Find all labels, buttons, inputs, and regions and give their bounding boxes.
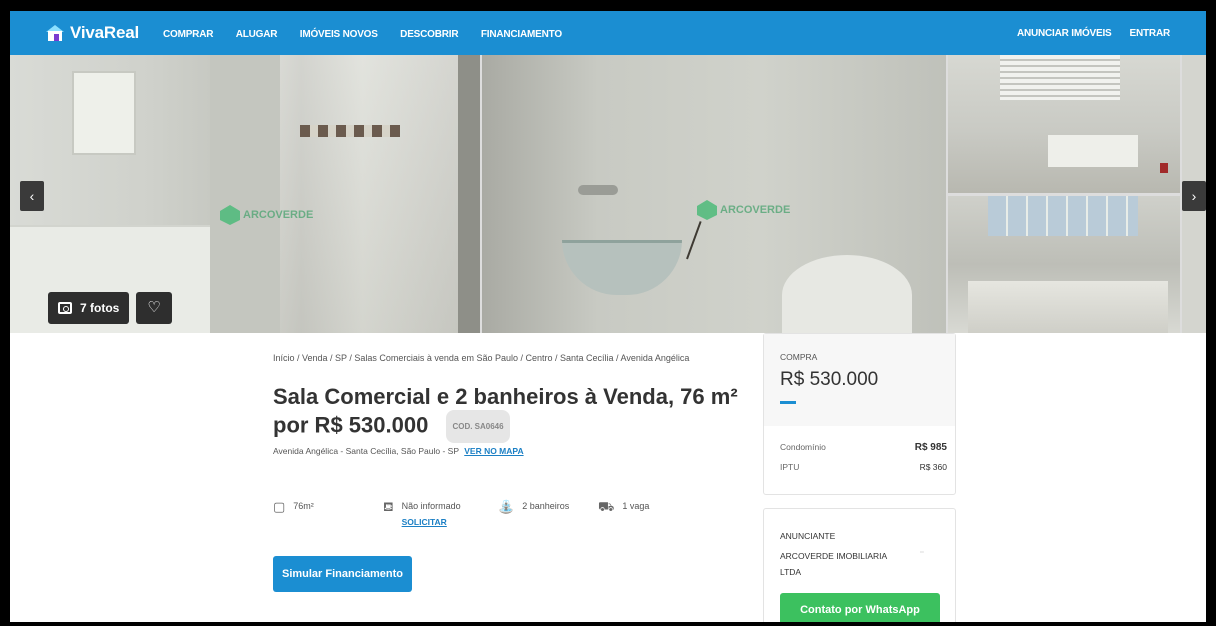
advertiser-name[interactable]: ARCOVERDE IMOBILIARIA LTDA (780, 548, 900, 580)
top-header: VivaReal COMPRAR ALUGAR IMÓVEIS NOVOS DE… (10, 11, 1206, 55)
camera-icon (58, 302, 72, 314)
price-card: COMPRA R$ 530.000 Condomínio R$ 985 IPTU… (763, 333, 956, 495)
logo-text: VivaReal (70, 23, 139, 42)
car-icon: ⛟ (598, 499, 615, 514)
title-line-2: por R$ 530.000 (273, 412, 429, 438)
page: VivaReal COMPRAR ALUGAR IMÓVEIS NOVOS DE… (10, 11, 1206, 622)
nav-descobrir[interactable]: DESCOBRIR (400, 29, 458, 40)
advertiser-logo: ▭ (920, 549, 924, 554)
heart-icon[interactable]: ♡ (136, 292, 172, 324)
watermark-logo: ARCOVERDE (220, 205, 313, 225)
nav-entrar[interactable]: ENTRAR (1130, 28, 1171, 39)
rooms-value: Não informado (401, 501, 461, 511)
header-actions: ANUNCIAR IMÓVEIS ENTRAR (999, 28, 1170, 39)
gallery-photo-4[interactable] (948, 196, 1180, 333)
amenities-list: ▢ 76m² ⛾ Não informado SOLICITAR ⛲ 2 ban… (273, 499, 650, 527)
advertiser-card: ANUNCIANTE ARCOVERDE IMOBILIARIA LTDA ▭ … (763, 508, 956, 622)
nav-anunciar-imoveis[interactable]: ANUNCIAR IMÓVEIS (1017, 28, 1112, 39)
listing-code-badge: COD. SA0646 (446, 410, 510, 443)
listing-title: Sala Comercial e 2 banheiros à Venda, 76… (273, 383, 743, 443)
feature-rooms: ⛾ Não informado SOLICITAR (383, 499, 498, 527)
breadcrumb[interactable]: Início / Venda / SP / Salas Comerciais à… (273, 353, 689, 363)
gallery-photo-3[interactable] (948, 55, 1180, 193)
price-type-label: COMPRA (780, 352, 818, 362)
photos-button[interactable]: 7 fotos (48, 292, 130, 324)
iptu-row: IPTU R$ 360 (780, 462, 947, 472)
view-map-link[interactable]: VER NO MAPA (464, 446, 523, 456)
price-divider (780, 401, 796, 404)
nav-imoveis-novos[interactable]: IMÓVEIS NOVOS (300, 29, 378, 40)
feature-parking: ⛟ 1 vaga (598, 499, 650, 514)
simulate-financing-button[interactable]: Simular Financiamento (273, 556, 412, 592)
condo-fee-row: Condomínio R$ 985 (780, 442, 947, 453)
title-line-1: Sala Comercial e 2 banheiros à Venda, 76… (273, 384, 738, 409)
bed-icon: ⛾ (383, 499, 394, 514)
nav-financiamento[interactable]: FINANCIAMENTO (481, 29, 562, 40)
whatsapp-contact-button[interactable]: Contato por WhatsApp (780, 593, 940, 622)
gallery-photo-2[interactable]: ARCOVERDE (482, 55, 946, 333)
main-nav: COMPRAR ALUGAR IMÓVEIS NOVOS DESCOBRIR F… (163, 24, 580, 42)
shower-icon: ⛲ (498, 499, 515, 514)
price-value: R$ 530.000 (780, 369, 879, 390)
feature-area: ▢ 76m² (273, 499, 314, 514)
address-text: Avenida Angélica - Santa Cecília, São Pa… (273, 446, 459, 456)
feature-bathrooms: ⛲ 2 banheiros (498, 499, 570, 514)
chevron-right-icon[interactable]: › (1182, 181, 1206, 211)
nav-comprar[interactable]: COMPRAR (163, 29, 213, 40)
nav-alugar[interactable]: ALUGAR (236, 29, 278, 40)
vivareal-logo[interactable]: VivaReal (46, 23, 139, 43)
chevron-left-icon[interactable]: ‹ (20, 181, 44, 211)
watermark-logo: ARCOVERDE (697, 200, 790, 220)
photos-count: 7 fotos (80, 301, 120, 315)
photo-gallery: ARCOVERDE ARCOVERDE ‹ › 7 fotos ♡ (10, 55, 1206, 333)
advertiser-label: ANUNCIANTE (780, 531, 836, 541)
house-icon (46, 25, 64, 41)
area-icon: ▢ (273, 499, 286, 514)
request-rooms-link[interactable]: SOLICITAR (402, 517, 461, 527)
listing-address: Avenida Angélica - Santa Cecília, São Pa… (273, 446, 524, 456)
